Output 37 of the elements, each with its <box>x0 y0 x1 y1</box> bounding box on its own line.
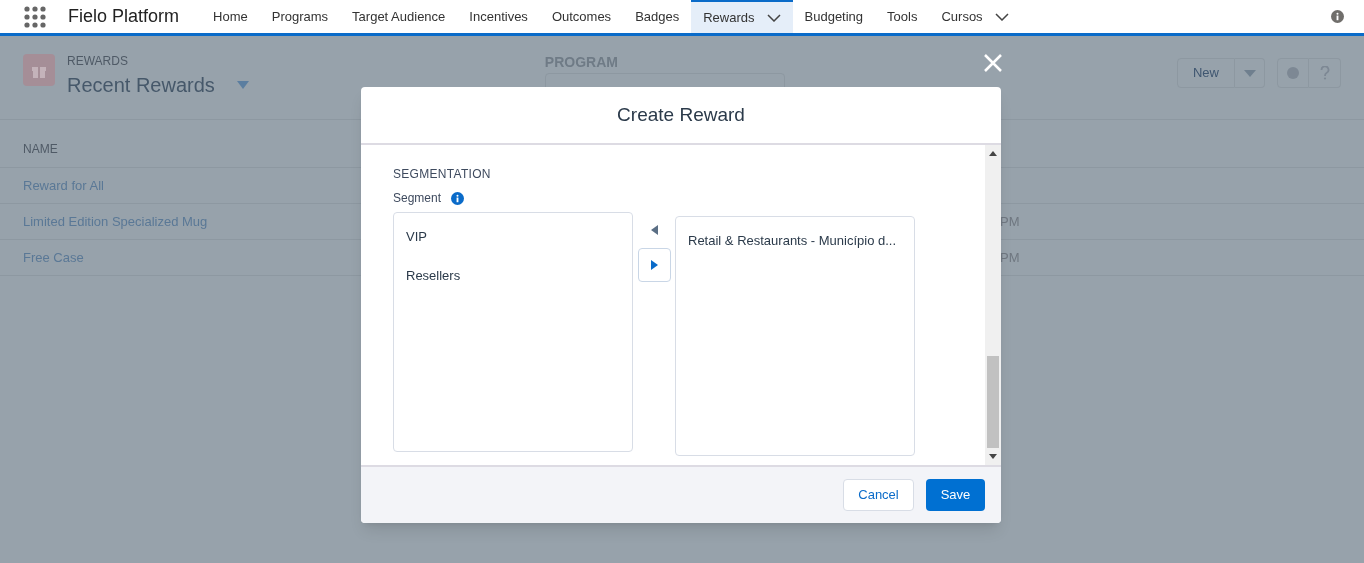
field-label: Segment <box>393 190 442 207</box>
close-icon[interactable] <box>984 54 1002 72</box>
modal-title: Create Reward <box>617 102 745 127</box>
list-option[interactable]: Resellers <box>406 265 632 285</box>
scroll-up-icon[interactable] <box>989 151 997 156</box>
left-arrow-icon <box>650 225 658 235</box>
scrollbar-thumb[interactable] <box>987 356 999 448</box>
save-button[interactable]: Save <box>926 479 985 511</box>
avatar-icon <box>1286 66 1300 80</box>
section-title: SEGMENTATION <box>393 166 492 183</box>
object-label: REWARDS <box>67 53 129 70</box>
app-name: Fielo Platform <box>68 5 180 28</box>
column-header: NAME <box>23 141 58 158</box>
list-option[interactable]: Retail & Restaurants - Município d... <box>688 231 914 251</box>
list-view-title: Recent Rewards <box>67 73 215 98</box>
list-option[interactable]: VIP <box>406 227 632 247</box>
app-launcher-icon[interactable] <box>24 5 46 28</box>
scroll-down-icon[interactable] <box>989 454 997 459</box>
nav-tab[interactable]: Badges <box>623 0 692 33</box>
nav-tab[interactable]: Home <box>201 0 260 33</box>
nav-tab[interactable]: Target Audience <box>340 0 458 33</box>
nav-tab[interactable]: Tools <box>875 0 930 33</box>
nav-tab[interactable]: Rewards <box>691 0 793 33</box>
nav-tab[interactable]: Budgeting <box>792 0 876 33</box>
info-icon[interactable] <box>1331 10 1344 23</box>
gift-icon <box>23 54 55 86</box>
nav-tab[interactable]: Programs <box>259 0 341 33</box>
cancel-button[interactable]: Cancel <box>843 479 914 511</box>
nav-tab[interactable]: Outcomes <box>539 0 624 33</box>
help-icon <box>1319 66 1330 80</box>
scrollbar[interactable] <box>985 145 1001 465</box>
nav-tab[interactable]: Incentives <box>457 0 540 33</box>
caret-down-icon <box>1243 69 1256 77</box>
info-icon[interactable] <box>451 191 465 205</box>
right-arrow-icon <box>650 260 658 270</box>
nav-tab[interactable]: Cursos <box>929 0 1021 33</box>
move-right-button[interactable] <box>637 248 671 282</box>
